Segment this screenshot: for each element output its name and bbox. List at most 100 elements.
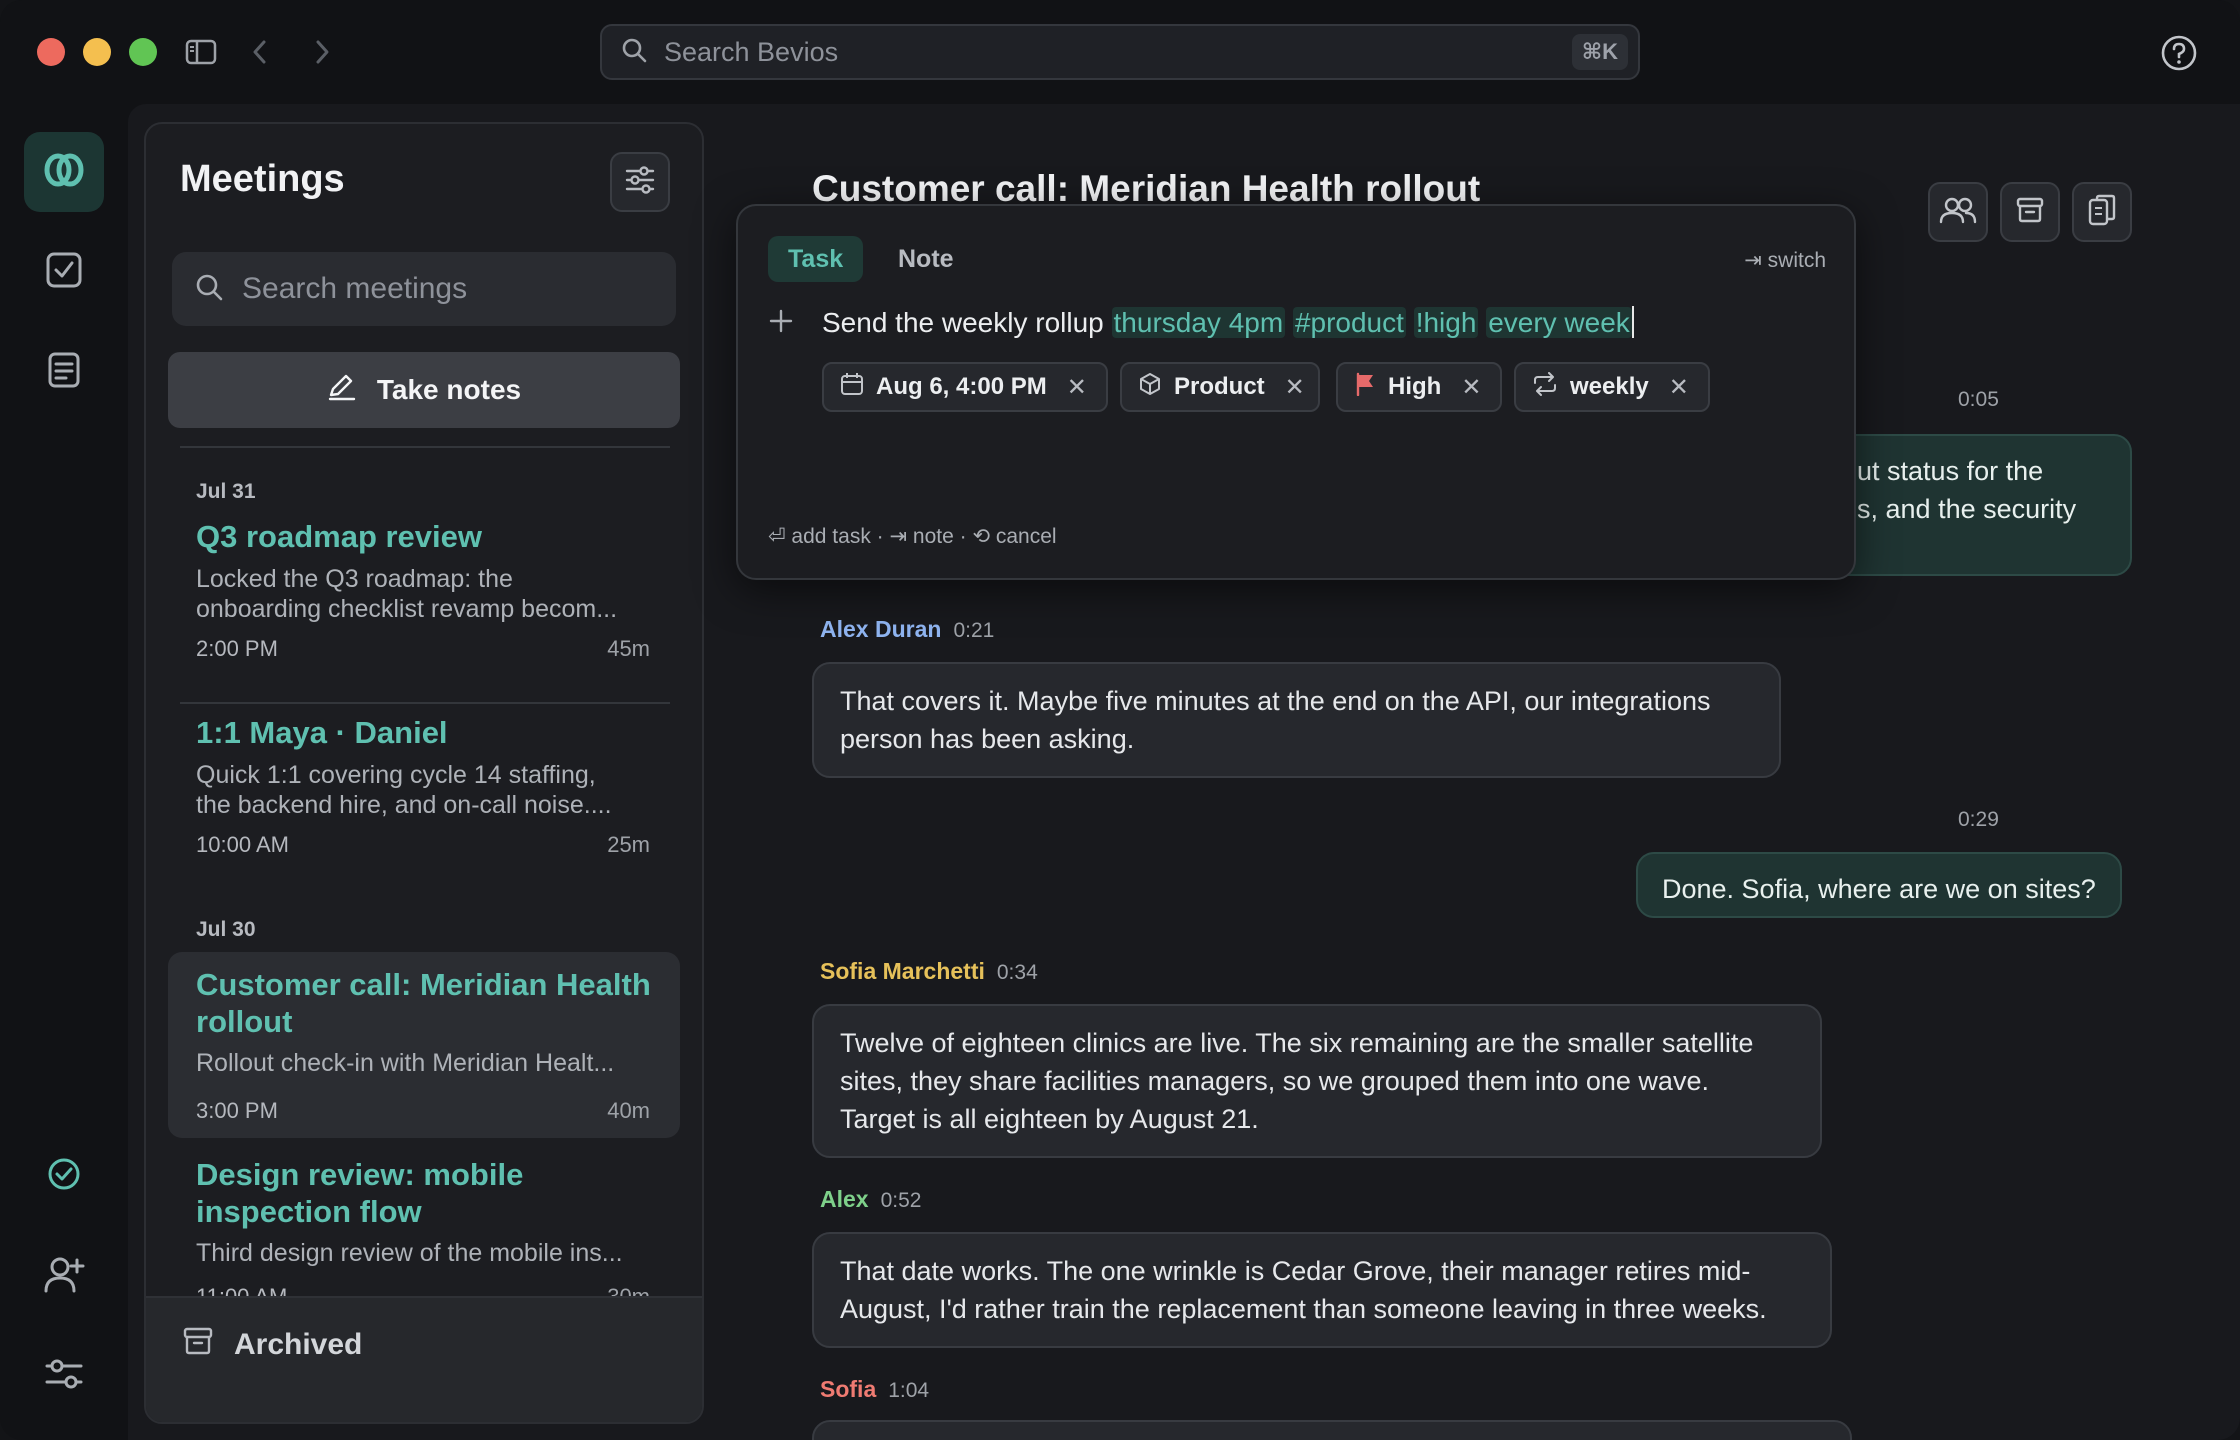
copy-icon bbox=[2087, 193, 2117, 232]
token-repeat: every week bbox=[1486, 307, 1632, 338]
rail-status-button[interactable] bbox=[24, 1136, 104, 1216]
flag-icon bbox=[1354, 372, 1388, 403]
archive-icon bbox=[2015, 196, 2045, 229]
message-bubble-incoming: That covers it. Maybe five minutes at th… bbox=[812, 662, 1781, 778]
global-search-placeholder: Search Bevios bbox=[664, 36, 839, 67]
panel-title: Meetings bbox=[180, 158, 345, 200]
pen-icon bbox=[327, 373, 377, 408]
speaker-label: Alex Duran 0:21 bbox=[820, 616, 995, 642]
message-time: 0:29 bbox=[1958, 808, 1999, 831]
meeting-item-meridian[interactable]: Customer call: Meridian Health rollout R… bbox=[168, 952, 680, 1138]
search-icon bbox=[620, 36, 648, 69]
archived-label: Archived bbox=[234, 1328, 363, 1361]
take-notes-button[interactable]: Take notes bbox=[168, 352, 680, 428]
meetings-panel: Meetings Search meetings Take notes Jul … bbox=[144, 122, 704, 1424]
meeting-time: 2:00 PM bbox=[196, 636, 278, 661]
meeting-duration: 40m bbox=[607, 1098, 650, 1123]
message-bubble-incoming bbox=[812, 1420, 1852, 1440]
quick-add-hints: ⏎ add task · ⇥ note · ⟲ cancel bbox=[768, 525, 1057, 548]
participants-button[interactable] bbox=[1928, 182, 1988, 242]
global-search-bar[interactable]: Search Bevios ⌘K bbox=[600, 24, 1640, 80]
rail-settings-button[interactable] bbox=[24, 1336, 104, 1416]
meeting-search-input[interactable]: Search meetings bbox=[172, 252, 676, 326]
date-group-header: Jul 31 bbox=[196, 480, 256, 503]
remove-chip-icon[interactable]: ✕ bbox=[1669, 373, 1689, 402]
repeat-icon bbox=[1532, 371, 1570, 403]
meeting-summary: Third design review of the mobile ins... bbox=[196, 1239, 623, 1267]
tab-task[interactable]: Task bbox=[768, 236, 864, 282]
message-bubble-incoming: Twelve of eighteen clinics are live. The… bbox=[812, 1004, 1822, 1158]
app-logo-icon bbox=[43, 153, 85, 192]
tab-note[interactable]: Note bbox=[878, 236, 974, 282]
text-caret bbox=[1631, 306, 1634, 338]
zoom-window-button[interactable] bbox=[129, 38, 157, 66]
remove-chip-icon[interactable]: ✕ bbox=[1067, 373, 1087, 402]
help-icon[interactable] bbox=[2160, 34, 2198, 72]
meeting-item-design-review[interactable]: Design review: mobile inspection flow Th… bbox=[168, 1148, 680, 1309]
participants-icon bbox=[1939, 195, 1977, 230]
message-bubble-incoming: That date works. The one wrinkle is Ceda… bbox=[812, 1232, 1832, 1348]
minimize-window-button[interactable] bbox=[83, 38, 111, 66]
chip-repeat[interactable]: weekly ✕ bbox=[1514, 362, 1710, 412]
quick-add-dialog: Task Note ⇥ switch Send the weekly rollu… bbox=[736, 204, 1856, 580]
meeting-title: Customer call: Meridian Health rollout bbox=[196, 967, 651, 1039]
meeting-summary: Quick 1:1 covering cycle 14 staffing, th… bbox=[196, 761, 612, 819]
rail-home-button[interactable] bbox=[24, 132, 104, 212]
speaker-label: Sofia Marchetti 0:34 bbox=[820, 958, 1038, 984]
copy-button[interactable] bbox=[2072, 182, 2132, 242]
switch-hint: ⇥ switch bbox=[1744, 249, 1826, 272]
search-icon bbox=[194, 272, 224, 307]
meeting-item-1on1[interactable]: 1:1 Maya · Daniel Quick 1:1 covering cyc… bbox=[168, 712, 680, 857]
task-text: Send the weekly rollup bbox=[822, 307, 1112, 338]
rail-notes-button[interactable] bbox=[24, 332, 104, 412]
date-group-header: Jul 30 bbox=[196, 918, 256, 941]
filter-icon bbox=[624, 165, 656, 199]
rail-invite-button[interactable] bbox=[24, 1236, 104, 1316]
add-person-icon bbox=[43, 1254, 85, 1299]
close-window-button[interactable] bbox=[37, 38, 65, 66]
token-priority: !high bbox=[1413, 307, 1479, 338]
meeting-item-q3-roadmap[interactable]: Q3 roadmap review Locked the Q3 roadmap:… bbox=[168, 516, 680, 661]
meeting-duration: 25m bbox=[607, 832, 650, 857]
rail-tasks-button[interactable] bbox=[24, 232, 104, 312]
status-check-icon bbox=[46, 1156, 82, 1197]
meeting-search-placeholder: Search meetings bbox=[242, 272, 468, 305]
nav-rail bbox=[0, 104, 126, 1440]
notes-icon bbox=[44, 350, 84, 395]
take-notes-label: Take notes bbox=[376, 374, 522, 405]
archive-icon bbox=[182, 1326, 214, 1364]
archive-meeting-button[interactable] bbox=[2000, 182, 2060, 242]
meeting-time: 10:00 AM bbox=[196, 832, 289, 857]
divider bbox=[180, 446, 670, 448]
calendar-icon bbox=[840, 372, 876, 403]
plus-icon bbox=[768, 304, 794, 343]
task-input[interactable]: Send the weekly rollup thursday 4pm #pro… bbox=[822, 306, 1634, 339]
meeting-title: Q3 roadmap review bbox=[196, 519, 483, 554]
archived-button[interactable]: Archived bbox=[146, 1296, 702, 1422]
meeting-summary: Locked the Q3 roadmap: the onboarding ch… bbox=[196, 565, 618, 623]
remove-chip-icon[interactable]: ✕ bbox=[1461, 373, 1481, 402]
meeting-time: 3:00 PM bbox=[196, 1098, 278, 1123]
forward-icon[interactable] bbox=[304, 34, 340, 70]
project-box-icon bbox=[1138, 372, 1174, 403]
back-icon[interactable] bbox=[242, 34, 278, 70]
message-time: 0:05 bbox=[1958, 388, 1999, 411]
divider bbox=[180, 702, 670, 704]
meeting-summary: Rollout check-in with Meridian Healt... bbox=[196, 1049, 615, 1077]
chip-priority[interactable]: High ✕ bbox=[1336, 362, 1502, 412]
settings-sliders-icon bbox=[44, 1357, 84, 1396]
search-shortcut-badge: ⌘K bbox=[1571, 34, 1628, 70]
remove-chip-icon[interactable]: ✕ bbox=[1285, 373, 1305, 402]
message-bubble-outgoing: Done. Sofia, where are we on sites? bbox=[1636, 852, 2122, 918]
app-window: Search Bevios ⌘K Meetings Search meeting… bbox=[0, 0, 2240, 1440]
tasks-icon bbox=[44, 250, 84, 295]
chip-project[interactable]: Product ✕ bbox=[1120, 362, 1320, 412]
meeting-duration: 45m bbox=[607, 636, 650, 661]
chip-due-date[interactable]: Aug 6, 4:00 PM ✕ bbox=[822, 362, 1108, 412]
meeting-title: Design review: mobile inspection flow bbox=[196, 1157, 524, 1229]
sidebar-toggle-icon[interactable] bbox=[183, 34, 219, 70]
title-bar: Search Bevios ⌘K bbox=[0, 0, 2240, 104]
filter-button[interactable] bbox=[610, 152, 670, 212]
token-date: thursday 4pm bbox=[1111, 307, 1286, 338]
meeting-title: 1:1 Maya · Daniel bbox=[196, 715, 448, 750]
